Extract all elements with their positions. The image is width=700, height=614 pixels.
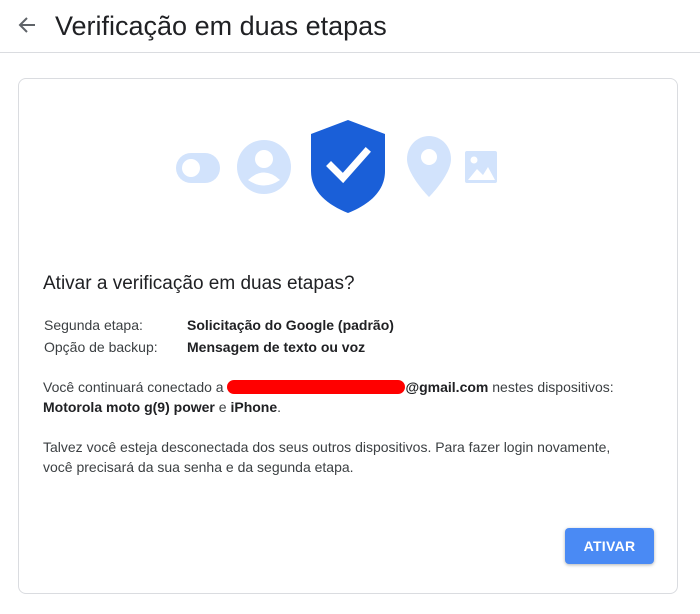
dialog-heading: Ativar a verificação em duas etapas? [43, 273, 355, 294]
device-2: iPhone [230, 399, 278, 415]
illustration [176, 120, 497, 213]
backup-option-value: Mensagem de texto ou voz [187, 339, 366, 355]
email-domain: @gmail.com [405, 379, 489, 395]
arrow-back-icon [18, 17, 35, 33]
location-pin-icon [407, 136, 451, 197]
back-button[interactable] [12, 10, 42, 40]
warning-text: Talvez você esteja desconectada dos seus… [43, 439, 611, 475]
image-icon [465, 151, 497, 183]
two-step-card: Ativar a verificação em duas etapas? Seg… [18, 78, 678, 594]
toggle-icon [176, 153, 220, 183]
page-title: Verificação em duas etapas [55, 11, 387, 41]
shield-check-icon [311, 120, 385, 213]
page-header: Verificação em duas etapas [0, 0, 700, 53]
backup-option-row: Opção de backup: Mensagem de texto ou voz [44, 337, 365, 357]
redacted-email [227, 380, 406, 394]
connected-devices-text: Você continuará conectado a @gmail.com n… [43, 379, 614, 415]
activate-button[interactable]: ATIVAR [565, 528, 654, 564]
backup-option-label: Opção de backup: [44, 339, 158, 355]
second-step-row: Segunda etapa: Solicitação do Google (pad… [44, 315, 394, 335]
second-step-label: Segunda etapa: [44, 317, 143, 333]
account-icon [237, 140, 291, 194]
device-1: Motorola moto g(9) power [43, 399, 215, 415]
second-step-value: Solicitação do Google (padrão) [187, 317, 394, 333]
